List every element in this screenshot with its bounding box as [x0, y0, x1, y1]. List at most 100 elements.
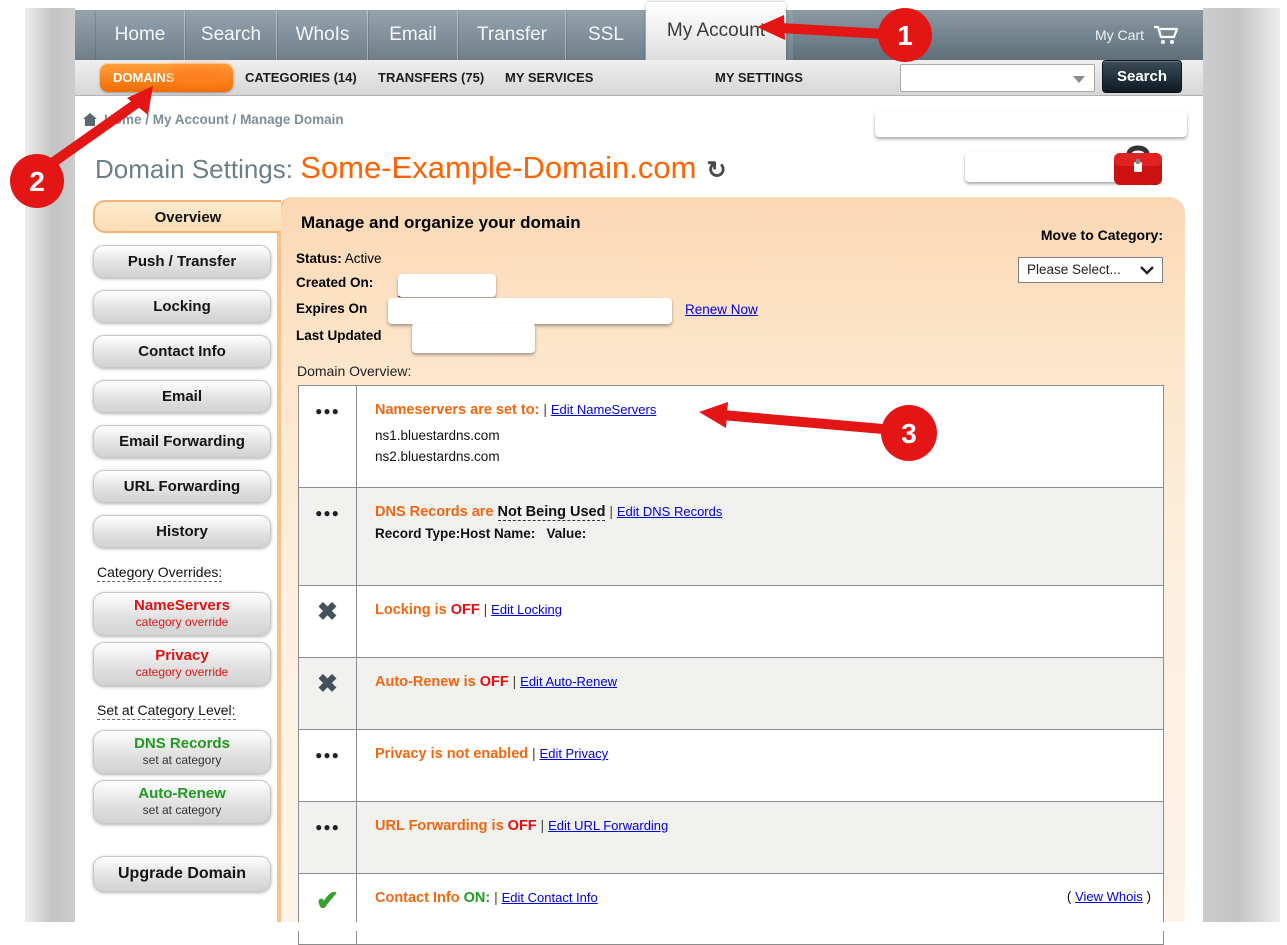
- row-title: Nameservers are set to:: [375, 402, 539, 418]
- edit-auto-renew-link[interactable]: Edit Auto-Renew: [520, 674, 617, 689]
- combobox-dropdown-arrow-icon[interactable]: [1073, 76, 1085, 83]
- sidebar-tab-overview[interactable]: Overview: [93, 200, 281, 233]
- sidebar-tab-history[interactable]: History: [93, 515, 271, 548]
- separator: |: [480, 601, 491, 617]
- button-subtitle: set at category: [94, 803, 270, 817]
- sidebar-tab-email-forwarding[interactable]: Email Forwarding: [93, 425, 271, 458]
- separator: |: [490, 889, 501, 905]
- status-on: ON:: [464, 890, 491, 906]
- button-subtitle: set at category: [94, 753, 270, 767]
- category-overrides-label: Category Overrides:: [97, 564, 222, 582]
- separator: |: [528, 745, 539, 761]
- expires-line: Expires On: [296, 301, 367, 316]
- edit-locking-link[interactable]: Edit Locking: [491, 602, 562, 617]
- sidebar-tab-url-forwarding[interactable]: URL Forwarding: [93, 470, 271, 503]
- subnav-item-categories[interactable]: CATEGORIES (14): [245, 60, 357, 96]
- cart-icon: [1153, 25, 1181, 45]
- row-title: Auto-Renew is: [375, 674, 480, 690]
- record-type-line: Record Type:Host Name: Value:: [375, 526, 1147, 541]
- redaction-box: [388, 298, 672, 324]
- created-label: Created On:: [296, 275, 373, 290]
- page-title-prefix: Domain Settings:: [95, 154, 300, 185]
- home-icon: [82, 112, 98, 127]
- my-cart-button[interactable]: My Cart: [1095, 10, 1181, 60]
- table-row-privacy: ●●● Privacy is not enabled | Edit Privac…: [299, 730, 1163, 802]
- page: Home Search WhoIs Email Transfer SSL My …: [75, 0, 1203, 931]
- nameserver-2: ns2.bluestardns.com: [375, 447, 1147, 468]
- breadcrumb-current: Manage Domain: [240, 112, 344, 127]
- nameserver-1: ns1.bluestardns.com: [375, 426, 1147, 447]
- expires-label: Expires On: [296, 301, 367, 316]
- domain-search-combobox[interactable]: [900, 64, 1095, 92]
- sidebar-button-auto-renew-category[interactable]: Auto-Renew set at category: [93, 780, 271, 824]
- redaction-box: [875, 111, 1187, 137]
- row-emphasis: Not Being Used: [498, 504, 606, 521]
- redaction-box: [398, 274, 496, 297]
- nav-tab-search[interactable]: Search: [185, 10, 277, 60]
- separator: |: [605, 503, 616, 519]
- renew-now-link[interactable]: Renew Now: [685, 302, 758, 317]
- subnav-item-my-settings[interactable]: MY SETTINGS: [715, 60, 803, 96]
- toolbox-icon[interactable]: [1111, 142, 1165, 194]
- sidebar-button-dns-records-category[interactable]: DNS Records set at category: [93, 730, 271, 774]
- table-row-locking: ✖ Locking is OFF | Edit Locking: [299, 586, 1163, 658]
- view-whois-link[interactable]: View Whois: [1075, 889, 1143, 904]
- edit-privacy-link[interactable]: Edit Privacy: [540, 746, 609, 761]
- table-row-url-forwarding: ●●● URL Forwarding is OFF | Edit URL For…: [299, 802, 1163, 874]
- bottom-white-band: [0, 922, 1287, 931]
- move-to-category-label: Move to Category:: [1041, 227, 1163, 243]
- view-whois-wrapper: ( View Whois ): [1067, 889, 1151, 904]
- table-row-contact-info: ✔ Contact Info ON: | Edit Contact Info (…: [299, 874, 1163, 944]
- sidebar-tab-contact-info[interactable]: Contact Info: [93, 335, 271, 368]
- x-icon: ✖: [317, 598, 338, 626]
- status-value: Active: [342, 251, 382, 266]
- sidebar-button-nameservers-override[interactable]: NameServers category override: [93, 592, 271, 636]
- nav-tab-email[interactable]: Email: [368, 10, 458, 60]
- panel-heading: Manage and organize your domain: [301, 213, 581, 233]
- breadcrumb-separator: /: [229, 112, 240, 127]
- x-icon: ✖: [317, 670, 338, 698]
- button-title: Auto-Renew: [94, 785, 270, 803]
- refresh-icon[interactable]: ↻: [706, 156, 726, 185]
- button-title: DNS Records: [94, 735, 270, 753]
- sub-nav: DOMAINS CATEGORIES (14) TRANSFERS (75) M…: [75, 60, 1203, 96]
- status-line: Status: Active: [296, 251, 382, 266]
- nav-tab-whois[interactable]: WhoIs: [277, 10, 368, 60]
- subnav-item-my-services[interactable]: MY SERVICES: [505, 60, 593, 96]
- nav-tab-ssl[interactable]: SSL: [566, 10, 646, 60]
- updated-label: Last Updated: [296, 328, 382, 343]
- edit-nameservers-link[interactable]: Edit NameServers: [551, 402, 656, 417]
- breadcrumb-my-account[interactable]: My Account: [153, 112, 229, 127]
- nav-tab-my-account[interactable]: My Account: [646, 2, 786, 60]
- my-cart-label: My Cart: [1095, 27, 1144, 43]
- table-row-nameservers: ●●● Nameservers are set to: | Edit NameS…: [299, 386, 1163, 488]
- paren: (: [1067, 889, 1075, 904]
- edit-contact-info-link[interactable]: Edit Contact Info: [502, 890, 598, 905]
- sidebar-tab-push-transfer[interactable]: Push / Transfer: [93, 245, 271, 278]
- category-select-value: Please Select...: [1027, 262, 1121, 277]
- top-nav-tabs: Home Search WhoIs Email Transfer SSL My …: [95, 10, 786, 60]
- search-button[interactable]: Search: [1102, 60, 1182, 93]
- subnav-item-transfers[interactable]: TRANSFERS (75): [378, 60, 484, 96]
- updated-line: Last Updated: [296, 328, 382, 343]
- sidebar-button-privacy-override[interactable]: Privacy category override: [93, 642, 271, 686]
- top-nav: Home Search WhoIs Email Transfer SSL My …: [75, 10, 1203, 60]
- nav-tab-home[interactable]: Home: [95, 10, 185, 60]
- edit-dns-records-link[interactable]: Edit DNS Records: [617, 504, 722, 519]
- table-row-auto-renew: ✖ Auto-Renew is OFF | Edit Auto-Renew: [299, 658, 1163, 730]
- dots-icon: ●●●: [315, 404, 340, 418]
- subnav-item-domains[interactable]: DOMAINS: [100, 63, 233, 92]
- dots-icon: ●●●: [315, 748, 340, 762]
- sidebar-tab-email[interactable]: Email: [93, 380, 271, 413]
- upgrade-domain-button[interactable]: Upgrade Domain: [93, 856, 271, 892]
- domains-label: DOMAINS: [113, 70, 174, 85]
- table-row-dns-records: ●●● DNS Records are Not Being Used | Edi…: [299, 488, 1163, 586]
- breadcrumb-home[interactable]: Home: [104, 112, 142, 127]
- nav-tab-transfer[interactable]: Transfer: [458, 10, 566, 60]
- row-title: URL Forwarding is: [375, 818, 508, 834]
- button-subtitle: category override: [94, 615, 270, 629]
- sidebar-tab-locking[interactable]: Locking: [93, 290, 271, 323]
- edit-url-forwarding-link[interactable]: Edit URL Forwarding: [548, 818, 668, 833]
- paren: ): [1143, 889, 1151, 904]
- category-select[interactable]: Please Select...: [1018, 257, 1163, 283]
